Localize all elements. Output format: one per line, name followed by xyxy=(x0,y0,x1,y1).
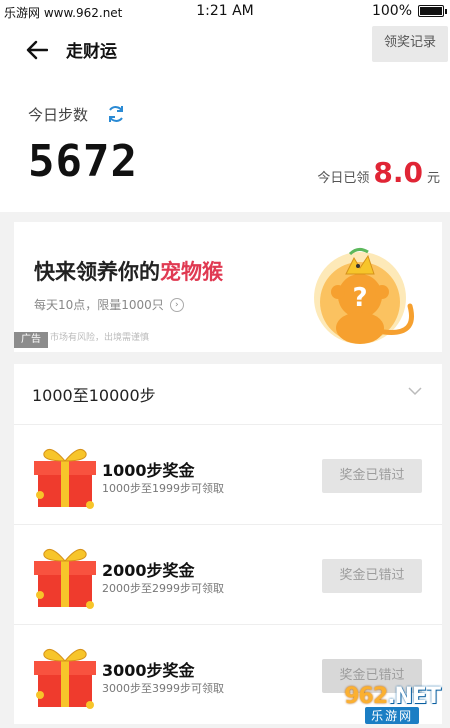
reward-missed-button[interactable]: 奖金已错过 xyxy=(322,459,422,493)
reward-title: 1000步奖金 xyxy=(102,461,195,480)
watermark-logo-top: 962.NET xyxy=(344,684,441,709)
page-title: 走财运 xyxy=(66,42,117,62)
ad-title-highlight: 宠物猴 xyxy=(160,260,223,284)
ad-title: 快来领养你的宠物猴 xyxy=(34,256,223,286)
step-range-selector[interactable]: 1000至10000步 xyxy=(14,364,442,424)
ad-title-prefix: 快来领养你的 xyxy=(34,260,160,284)
reward-title: 3000步奖金 xyxy=(102,661,195,680)
reward-title: 2000步奖金 xyxy=(102,561,195,580)
reward-subtitle: 1000步至1999步可领取 xyxy=(102,482,224,495)
reward-list: 1000步奖金 1000步至1999步可领取 奖金已错过 2000步奖金 200… xyxy=(14,424,442,724)
battery-icon xyxy=(418,5,447,17)
gift-box-icon xyxy=(34,648,96,709)
svg-text:?: ? xyxy=(352,283,367,313)
steps-label: 今日步数 xyxy=(28,106,89,124)
ad-badge: 广告 xyxy=(14,332,48,348)
top-section: 走财运 领奖记录 今日步数 5672 今日已领 8.0 元 xyxy=(0,26,450,212)
refresh-icon[interactable] xyxy=(106,104,126,124)
monkey-pet-icon: ? xyxy=(314,247,414,344)
ad-card[interactable]: 快来领养你的宠物猴 每天10点，限量1000只 › 市场有风险，出境需谨慎 广告… xyxy=(14,222,442,352)
reward-missed-button[interactable]: 奖金已错过 xyxy=(322,559,422,593)
earned-unit: 元 xyxy=(426,171,440,186)
reward-subtitle: 3000步至3999步可领取 xyxy=(102,682,224,695)
reward-item: 1000步奖金 1000步至1999步可领取 奖金已错过 xyxy=(14,424,442,524)
reward-subtitle: 2000步至2999步可领取 xyxy=(102,582,224,595)
chevron-down-icon xyxy=(408,387,422,396)
battery-status: 100% xyxy=(371,3,447,19)
ad-subtitle-text: 每天10点，限量1000只 xyxy=(34,298,164,312)
steps-count: 5672 xyxy=(28,136,138,187)
reward-item: 2000步奖金 2000步至2999步可领取 奖金已错过 xyxy=(14,524,442,624)
battery-percent: 100% xyxy=(371,3,412,19)
earned-value: 8.0 xyxy=(373,156,423,189)
range-label: 1000至10000步 xyxy=(32,386,156,405)
site-watermark-logo: 962.NET 乐游网 xyxy=(344,684,441,724)
back-arrow-icon[interactable] xyxy=(26,40,48,60)
chevron-right-icon: › xyxy=(169,297,184,312)
earned-label: 今日已领 xyxy=(317,171,370,186)
gift-box-icon xyxy=(34,548,96,609)
earned-today: 今日已领 8.0 元 xyxy=(317,156,440,189)
gift-box-icon xyxy=(34,448,96,509)
ad-disclaimer: 市场有风险，出境需谨慎 xyxy=(50,333,150,343)
ad-subtitle: 每天10点，限量1000只 › xyxy=(34,296,184,313)
watermark-logo-bottom: 乐游网 xyxy=(365,707,420,724)
reward-record-button[interactable]: 领奖记录 xyxy=(372,26,448,62)
status-bar: 乐游网 www.962.net 1:21 AM 100% xyxy=(0,0,450,26)
